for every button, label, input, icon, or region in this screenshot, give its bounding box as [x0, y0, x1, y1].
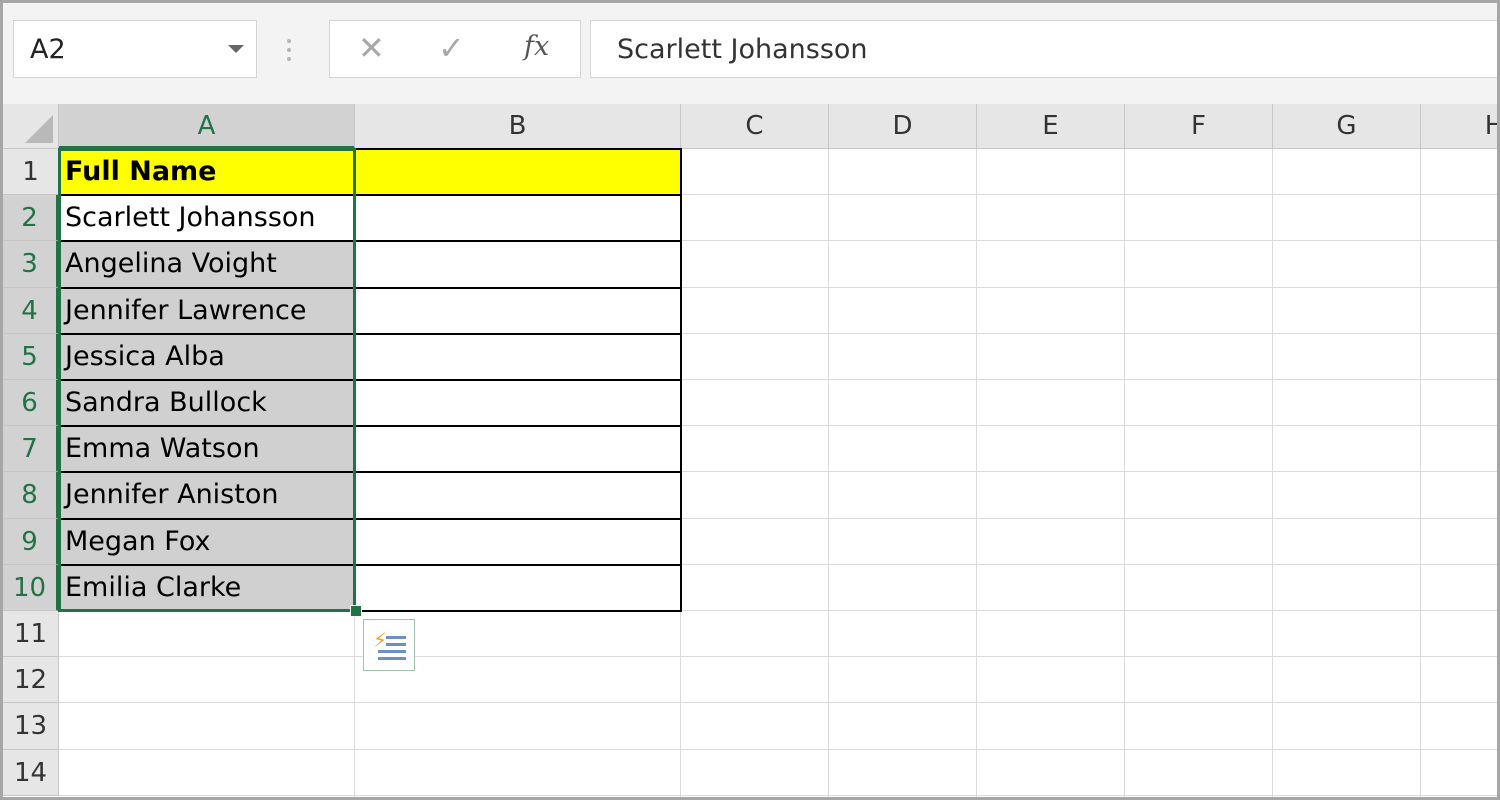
table-cell-border: [354, 286, 682, 335]
fill-handle[interactable]: [350, 605, 362, 617]
gridline-horizontal: [59, 656, 1497, 658]
table-cell-border: [354, 194, 682, 243]
table-cell-border: [58, 517, 356, 566]
table-cell-border: [58, 379, 356, 428]
row-header-12[interactable]: 12: [3, 657, 59, 704]
row-header-13[interactable]: 13: [3, 703, 59, 750]
select-all-button[interactable]: [3, 104, 59, 149]
formula-value: Scarlett Johansson: [617, 34, 868, 65]
column-header-a[interactable]: A: [59, 104, 355, 149]
select-all-icon: [25, 115, 53, 143]
row-header-3[interactable]: 3: [3, 241, 59, 288]
row-header-4[interactable]: 4: [3, 287, 59, 334]
table-cell-border: [58, 425, 356, 474]
gridline-horizontal: [59, 702, 1497, 704]
row-header-6[interactable]: 6: [3, 380, 59, 427]
column-header-f[interactable]: F: [1125, 104, 1273, 149]
column-header-h[interactable]: H: [1421, 104, 1497, 149]
table-cell-border: [58, 240, 356, 289]
cancel-icon[interactable]: ✕: [358, 29, 385, 67]
flash-fill-icon-line: [378, 657, 406, 660]
column-header-c[interactable]: C: [681, 104, 829, 149]
table-cell-border: [354, 425, 682, 474]
flash-fill-icon-line: [386, 636, 406, 639]
flash-fill-icon-line: [378, 650, 406, 653]
row-header-2[interactable]: 2: [3, 195, 59, 242]
formula-buttons: ✕ ✓ fx: [329, 20, 581, 78]
chevron-down-icon[interactable]: [228, 45, 244, 53]
row-header-9[interactable]: 9: [3, 518, 59, 565]
column-header-g[interactable]: G: [1273, 104, 1421, 149]
table-cell-border: [354, 240, 682, 289]
table-cell-border: [58, 332, 356, 381]
insert-function-icon[interactable]: fx: [524, 31, 549, 62]
flash-fill-options-button[interactable]: ⚡: [363, 619, 415, 671]
table-cell-border: [58, 471, 356, 520]
column-header-d[interactable]: D: [829, 104, 977, 149]
table-cell-border: [58, 194, 356, 243]
table-cell-border: [58, 148, 356, 197]
row-header-11[interactable]: 11: [3, 611, 59, 658]
row-header-14[interactable]: 14: [3, 749, 59, 796]
excel-window: A2 ✕ ✓ fx Scarlett Johansson ABCDEFGH123…: [0, 0, 1500, 800]
worksheet-grid[interactable]: ABCDEFGH1234567891011121314Full NameScar…: [3, 104, 1497, 797]
table-cell-border: [58, 563, 356, 612]
flash-fill-icon-line: [386, 643, 406, 646]
table-cell-border: [354, 379, 682, 428]
gridline-horizontal: [59, 794, 1497, 796]
column-header-e[interactable]: E: [977, 104, 1125, 149]
table-cell-border: [354, 517, 682, 566]
row-header-7[interactable]: 7: [3, 426, 59, 473]
table-cell-border: [354, 148, 682, 197]
row-header-8[interactable]: 8: [3, 472, 59, 519]
enter-icon[interactable]: ✓: [438, 29, 465, 67]
table-cell-border: [354, 332, 682, 381]
formula-bar-area: A2 ✕ ✓ fx Scarlett Johansson: [3, 3, 1497, 106]
formula-input[interactable]: Scarlett Johansson: [590, 20, 1497, 78]
row-header-5[interactable]: 5: [3, 333, 59, 380]
gridline-horizontal: [59, 748, 1497, 750]
flash-fill-icon: ⚡: [373, 628, 388, 652]
name-box[interactable]: A2: [13, 20, 257, 78]
row-header-10[interactable]: 10: [3, 564, 59, 611]
drag-handle-icon[interactable]: [287, 39, 293, 63]
table-cell-border: [58, 286, 356, 335]
table-cell-border: [354, 471, 682, 520]
name-box-value: A2: [30, 34, 66, 65]
row-header-1[interactable]: 1: [3, 149, 59, 196]
column-header-b[interactable]: B: [355, 104, 681, 149]
table-cell-border: [354, 563, 682, 612]
